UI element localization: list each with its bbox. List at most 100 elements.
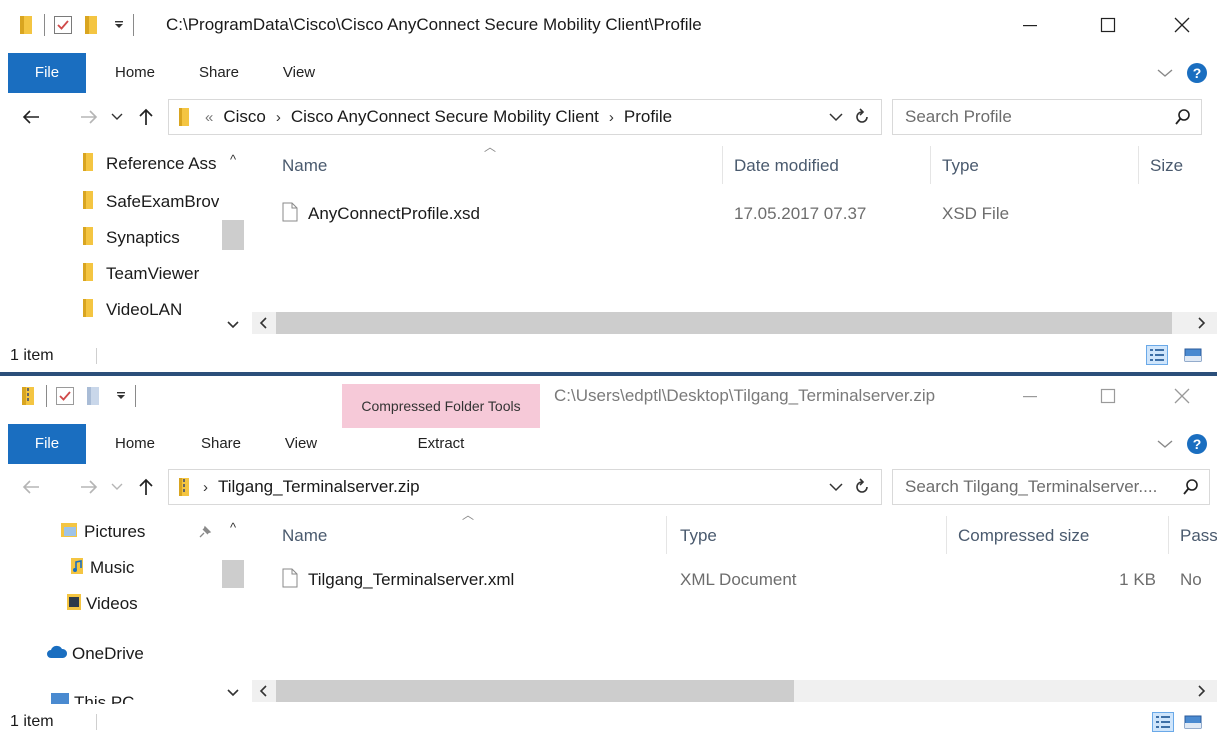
details-view-icon[interactable]	[1152, 712, 1174, 732]
horizontal-scrollbar[interactable]	[252, 312, 1217, 334]
close-button[interactable]	[1147, 0, 1217, 50]
up-arrow-icon[interactable]	[132, 94, 160, 140]
tab-extract[interactable]: Extract	[342, 424, 540, 464]
minimize-button[interactable]	[995, 0, 1065, 50]
new-folder-icon[interactable]	[83, 14, 101, 36]
breadcrumb-zip[interactable]: Tilgang_Terminalserver.zip	[218, 477, 420, 497]
help-icon[interactable]: ?	[1184, 53, 1210, 93]
tab-share[interactable]: Share	[184, 53, 254, 93]
file-row[interactable]: AnyConnectProfile.xsd	[282, 198, 480, 230]
scroll-right-icon[interactable]	[1191, 680, 1213, 702]
column-header-name[interactable]: Name	[282, 516, 327, 556]
forward-arrow-icon[interactable]	[74, 464, 104, 510]
breadcrumb-profile[interactable]: Profile	[624, 107, 672, 127]
back-arrow-icon[interactable]	[16, 464, 46, 510]
tab-home[interactable]: Home	[100, 424, 170, 464]
large-icons-view-icon[interactable]	[1182, 345, 1204, 365]
scrollbar-thumb[interactable]	[276, 680, 794, 702]
nav-item-teamviewer[interactable]: TeamViewer	[82, 258, 220, 290]
tab-file[interactable]: File	[8, 53, 86, 93]
address-bar[interactable]: › Tilgang_Terminalserver.zip	[168, 469, 882, 505]
scroll-up-icon[interactable]: ^	[222, 516, 244, 538]
address-bar[interactable]: « Cisco › Cisco AnyConnect Secure Mobili…	[168, 99, 882, 135]
scrollbar-thumb[interactable]	[276, 312, 1172, 334]
scroll-down-icon[interactable]	[222, 314, 244, 336]
quick-access-toolbar	[18, 0, 142, 50]
customize-toolbar-chevron-icon[interactable]	[113, 19, 125, 31]
search-icon[interactable]	[1165, 100, 1201, 134]
tab-view[interactable]: View	[268, 424, 334, 464]
nav-vertical-scrollbar[interactable]: ^	[222, 514, 244, 704]
nav-item-pictures[interactable]: Pictures	[60, 516, 220, 548]
column-header-compressed-size[interactable]: Compressed size	[958, 516, 1089, 556]
search-input[interactable]: Search Tilgang_Terminalserver....	[892, 469, 1210, 505]
nav-item-videos[interactable]: Videos	[66, 588, 206, 620]
scrollbar-thumb[interactable]	[222, 220, 244, 250]
large-icons-view-icon[interactable]	[1182, 712, 1204, 732]
folder-icon[interactable]	[18, 14, 36, 36]
breadcrumb-cisco[interactable]: Cisco	[223, 107, 266, 127]
scroll-left-icon[interactable]	[252, 680, 274, 702]
tab-file[interactable]: File	[8, 424, 86, 464]
help-icon[interactable]: ?	[1184, 424, 1210, 464]
scroll-left-icon[interactable]	[252, 312, 274, 334]
horizontal-scrollbar[interactable]	[252, 680, 1217, 702]
details-view-icon[interactable]	[1146, 345, 1168, 365]
recent-locations-chevron-icon[interactable]	[106, 464, 128, 510]
refresh-icon[interactable]	[853, 100, 871, 134]
file-date-modified: 17.05.2017 07.37	[734, 204, 867, 223]
address-dropdown-chevron-icon[interactable]	[829, 470, 843, 504]
nav-item-safeexambrowser[interactable]: SafeExamBrov	[82, 186, 220, 218]
scroll-right-icon[interactable]	[1191, 312, 1213, 334]
nav-item-synaptics[interactable]: Synaptics	[82, 222, 220, 254]
quick-access-toolbar	[20, 376, 144, 416]
breadcrumb-separator-icon[interactable]: ›	[203, 479, 208, 496]
tab-view[interactable]: View	[266, 53, 332, 93]
search-icon[interactable]	[1173, 470, 1209, 504]
nav-item-reference-ass[interactable]: Reference Ass	[82, 148, 218, 180]
breadcrumb-anyconnect[interactable]: Cisco AnyConnect Secure Mobility Client	[291, 107, 599, 127]
column-header-password[interactable]: Passw	[1180, 516, 1217, 556]
expand-ribbon-chevron-icon[interactable]	[1152, 53, 1178, 93]
nav-item-videolan[interactable]: VideoLAN	[82, 294, 220, 326]
maximize-button[interactable]	[1073, 376, 1143, 416]
address-dropdown-chevron-icon[interactable]	[829, 100, 843, 134]
minimize-button[interactable]	[995, 376, 1065, 416]
column-header-name[interactable]: Name	[282, 146, 327, 186]
breadcrumb-separator-icon[interactable]: ›	[276, 109, 281, 126]
nav-item-this-pc[interactable]: This PC	[50, 690, 210, 704]
breadcrumb-overflow[interactable]: «	[205, 109, 213, 126]
scroll-down-icon[interactable]	[222, 682, 244, 704]
refresh-icon[interactable]	[853, 470, 871, 504]
tab-home[interactable]: Home	[100, 53, 170, 93]
properties-check-icon[interactable]	[53, 15, 73, 35]
pin-icon[interactable]	[198, 524, 212, 544]
back-arrow-icon[interactable]	[16, 94, 46, 140]
search-input[interactable]: Search Profile	[892, 99, 1202, 135]
forward-arrow-icon[interactable]	[74, 94, 104, 140]
nav-vertical-scrollbar[interactable]: ^	[222, 144, 244, 340]
expand-ribbon-chevron-icon[interactable]	[1152, 424, 1178, 464]
nav-item-music[interactable]: Music	[70, 552, 210, 584]
address-row: « Cisco › Cisco AnyConnect Secure Mobili…	[0, 94, 1217, 140]
column-header-type[interactable]: Type	[680, 516, 717, 556]
recent-locations-chevron-icon[interactable]	[106, 94, 128, 140]
scroll-up-icon[interactable]: ^	[222, 148, 244, 170]
maximize-button[interactable]	[1073, 0, 1143, 50]
scrollbar-thumb[interactable]	[222, 560, 244, 588]
column-header-type[interactable]: Type	[942, 146, 979, 186]
up-arrow-icon[interactable]	[132, 464, 160, 510]
column-header-date-modified[interactable]: Date modified	[734, 146, 839, 186]
tab-share[interactable]: Share	[186, 424, 256, 464]
breadcrumb-separator-icon[interactable]: ›	[609, 109, 614, 126]
window-title: C:\ProgramData\Cisco\Cisco AnyConnect Se…	[166, 15, 702, 34]
new-folder-icon[interactable]	[85, 385, 103, 407]
close-button[interactable]	[1147, 376, 1217, 416]
properties-check-icon[interactable]	[55, 386, 75, 406]
nav-item-onedrive[interactable]: OneDrive	[46, 638, 206, 670]
file-row[interactable]: Tilgang_Terminalserver.xml	[282, 564, 514, 596]
column-header-size[interactable]: Size	[1150, 146, 1183, 186]
customize-toolbar-chevron-icon[interactable]	[115, 390, 127, 402]
zip-folder-icon[interactable]	[20, 385, 38, 407]
file-type: XML Document	[680, 570, 797, 589]
